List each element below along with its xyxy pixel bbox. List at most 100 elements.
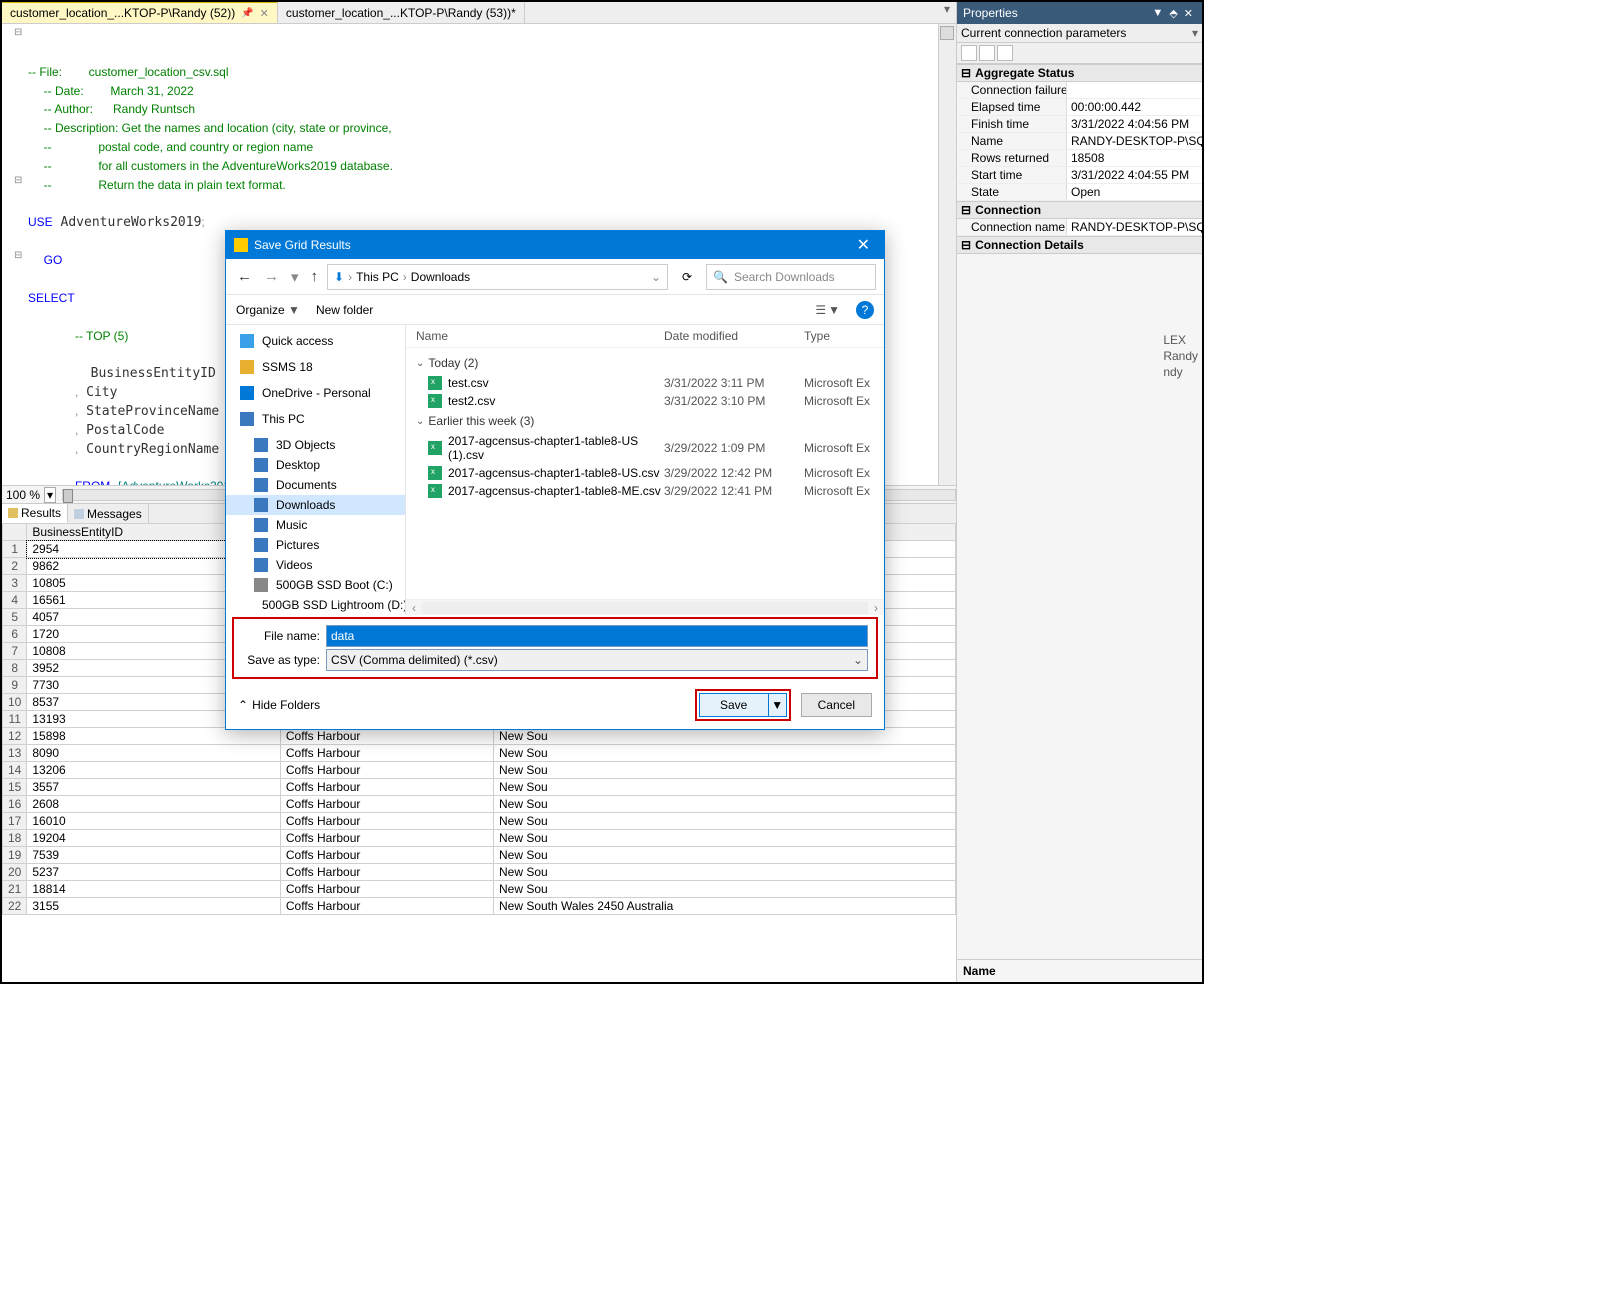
up-icon[interactable]: ↑ <box>308 268 322 285</box>
split-icon[interactable] <box>940 26 954 40</box>
zoom-dropdown[interactable]: ▾ <box>44 487 56 503</box>
table-row[interactable]: 138090Coffs HarbourNew Sou <box>3 745 956 762</box>
code-line: -- for all customers in the AdventureWor… <box>44 159 393 173</box>
prop-row[interactable]: Finish time3/31/2022 4:04:56 PM <box>957 116 1202 133</box>
help-icon[interactable]: ? <box>856 301 874 319</box>
tab-file-1[interactable]: customer_location_...KTOP-P\Randy (52)) … <box>2 2 278 23</box>
table-row[interactable]: 197539Coffs HarbourNew Sou <box>3 847 956 864</box>
nav-item[interactable]: Pictures <box>226 535 405 555</box>
file-group[interactable]: ⌄Today (2) <box>406 352 884 374</box>
nav-item[interactable]: Quick access <box>226 331 405 351</box>
pin-icon[interactable]: ⬘ <box>1166 7 1180 20</box>
table-row[interactable]: 1413206Coffs HarbourNew Sou <box>3 762 956 779</box>
file-list-header[interactable]: Name Date modified Type <box>406 325 884 348</box>
file-hscrollbar[interactable]: ‹› <box>406 599 884 615</box>
nav-item[interactable]: 500GB SSD Boot (C:) <box>226 575 405 595</box>
table-row[interactable]: 162608Coffs HarbourNew Sou <box>3 796 956 813</box>
tab-messages[interactable]: Messages <box>68 504 149 523</box>
nav-item[interactable]: This PC <box>226 409 405 429</box>
sort-icon[interactable] <box>979 45 995 61</box>
wrench-icon[interactable] <box>997 45 1013 61</box>
file-item[interactable]: 2017-agcensus-chapter1-table8-US (1).csv… <box>406 432 884 464</box>
prop-section[interactable]: ⊟Connection <box>957 201 1202 219</box>
close-icon[interactable]: ✕ <box>1181 7 1196 20</box>
tab-file-2[interactable]: customer_location_...KTOP-P\Randy (53))* <box>278 2 525 23</box>
navigation-tree[interactable]: Quick access SSMS 18 OneDrive - Personal Th… <box>226 325 406 615</box>
prop-row[interactable]: Elapsed time00:00:00.442 <box>957 99 1202 116</box>
dropdown-icon[interactable]: ▼ <box>1149 7 1166 19</box>
properties-grid[interactable]: ⊟Aggregate StatusConnection failuresElap… <box>957 64 1202 959</box>
collapse-icon[interactable]: ⊟ <box>961 238 971 252</box>
breadcrumb-bar[interactable]: ⬇ › This PC › Downloads ⌄ <box>327 264 668 290</box>
file-item[interactable]: 2017-agcensus-chapter1-table8-US.csv3/29… <box>406 464 884 482</box>
nav-item[interactable]: 3D Objects <box>226 435 405 455</box>
hide-folders-toggle[interactable]: ⌃Hide Folders <box>238 698 320 712</box>
code-line: -- Author: Randy Runtsch <box>44 102 195 116</box>
nav-item[interactable]: OneDrive - Personal <box>226 383 405 403</box>
col-type[interactable]: Type <box>804 329 874 343</box>
save-dropdown[interactable]: ▼ <box>769 693 787 717</box>
prop-row[interactable]: StateOpen <box>957 184 1202 201</box>
table-row[interactable]: 1819204Coffs HarbourNew Sou <box>3 830 956 847</box>
table-row[interactable]: 2118814Coffs HarbourNew Sou <box>3 881 956 898</box>
filename-input[interactable] <box>326 625 868 647</box>
table-row[interactable]: 205237Coffs HarbourNew Sou <box>3 864 956 881</box>
vertical-scrollbar[interactable] <box>938 24 956 485</box>
file-item[interactable]: test2.csv3/31/2022 3:10 PMMicrosoft Ex <box>406 392 884 410</box>
properties-title-bar: Properties ▼ ⬘ ✕ <box>957 2 1202 24</box>
nav-item[interactable]: Music <box>226 515 405 535</box>
categorize-icon[interactable] <box>961 45 977 61</box>
collapse-icon[interactable]: ⊟ <box>961 66 971 80</box>
new-folder-button[interactable]: New folder <box>316 303 373 317</box>
view-options[interactable]: ☰ ▼ <box>815 303 840 317</box>
dialog-title-bar[interactable]: Save Grid Results ✕ <box>226 231 884 259</box>
properties-subject[interactable]: Current connection parameters ▾ <box>957 24 1202 43</box>
chevron-down-icon[interactable]: ⌄ <box>853 653 863 667</box>
search-input[interactable]: 🔍 Search Downloads <box>706 264 876 290</box>
code-line: -- postal code, and country or region na… <box>44 140 313 154</box>
file-list[interactable]: ⌄Today (2)test.csv3/31/2022 3:11 PMMicro… <box>406 348 884 599</box>
crumb-this-pc[interactable]: This PC <box>356 270 399 284</box>
forward-icon[interactable]: → <box>261 268 282 285</box>
nav-item[interactable]: SSMS 18 <box>226 357 405 377</box>
crumb-downloads[interactable]: Downloads <box>411 270 470 284</box>
nav-item[interactable]: Documents <box>226 475 405 495</box>
table-row[interactable]: 153557Coffs HarbourNew Sou <box>3 779 956 796</box>
save-button[interactable]: Save <box>699 693 769 717</box>
nav-item[interactable]: 500GB SSD Lightroom (D:) <box>226 595 405 615</box>
file-item[interactable]: 2017-agcensus-chapter1-table8-ME.csv3/29… <box>406 482 884 500</box>
nav-item[interactable]: Videos <box>226 555 405 575</box>
nav-item[interactable]: Downloads <box>226 495 405 515</box>
savetype-combo[interactable]: CSV (Comma delimited) (*.csv) ⌄ <box>326 649 868 671</box>
prop-row[interactable]: Start time3/31/2022 4:04:55 PM <box>957 167 1202 184</box>
col-name[interactable]: Name <box>416 329 664 343</box>
prop-row[interactable]: Rows returned18508 <box>957 150 1202 167</box>
file-item[interactable]: test.csv3/31/2022 3:11 PMMicrosoft Ex <box>406 374 884 392</box>
collapse-icon[interactable]: ⊟ <box>961 203 971 217</box>
recent-dropdown-icon[interactable]: ▾ <box>288 268 302 286</box>
properties-toolbar <box>957 43 1202 64</box>
chevron-down-icon[interactable]: ⌄ <box>651 270 661 284</box>
prop-row[interactable]: NameRANDY-DESKTOP-P\SQLEX <box>957 133 1202 150</box>
prop-section[interactable]: ⊟Connection Details <box>957 236 1202 254</box>
tab-overflow-icon[interactable]: ▾ <box>938 2 956 23</box>
prop-row[interactable]: Connection failures <box>957 82 1202 99</box>
nav-item[interactable]: Desktop <box>226 455 405 475</box>
prop-section[interactable]: ⊟Aggregate Status <box>957 64 1202 82</box>
organize-menu[interactable]: Organize ▼ <box>236 303 300 317</box>
pin-icon[interactable]: 📌 <box>241 8 253 19</box>
refresh-icon[interactable]: ⟳ <box>674 270 700 284</box>
table-row[interactable]: 1716010Coffs HarbourNew Sou <box>3 813 956 830</box>
close-icon[interactable]: ✕ <box>851 235 876 255</box>
table-row[interactable]: 223155Coffs HarbourNew South Wales 2450 … <box>3 898 956 915</box>
cancel-button[interactable]: Cancel <box>801 693 872 717</box>
table-row[interactable]: 1215898Coffs HarbourNew Sou <box>3 728 956 745</box>
prop-row[interactable]: Connection nameRANDY-DESKTOP-P\SQLEX <box>957 219 1202 236</box>
dialog-actions: ⌃Hide Folders Save ▼ Cancel <box>226 681 884 729</box>
col-date[interactable]: Date modified <box>664 329 804 343</box>
close-icon[interactable]: ✕ <box>260 7 269 20</box>
back-icon[interactable]: ← <box>234 268 255 285</box>
tab-results[interactable]: Results <box>2 504 68 523</box>
dialog-toolbar: Organize ▼ New folder ☰ ▼ ? <box>226 295 884 325</box>
file-group[interactable]: ⌄Earlier this week (3) <box>406 410 884 432</box>
